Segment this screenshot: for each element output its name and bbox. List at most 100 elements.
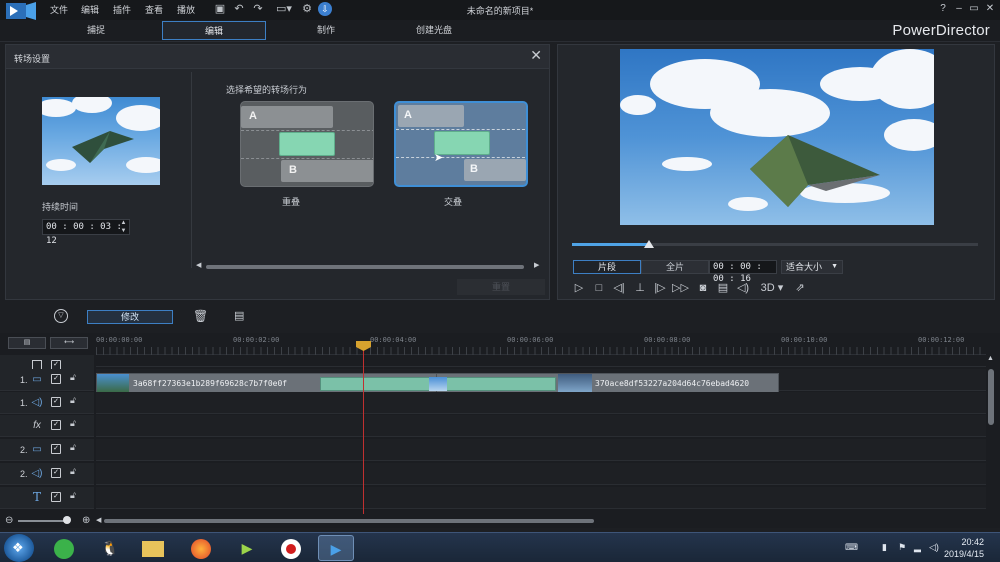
track-enable-checkbox[interactable]: ✓ — [51, 374, 61, 384]
explorer-icon[interactable] — [135, 535, 171, 561]
track-enable-checkbox[interactable]: ✓ — [51, 444, 61, 454]
close-icon[interactable]: ✕ — [530, 47, 542, 64]
track-number: 1. — [20, 375, 28, 385]
subtitle-icon[interactable]: ▤ — [715, 280, 731, 296]
zoom-out-icon[interactable]: ⊖ — [5, 515, 13, 526]
lock-icon[interactable]: 🔓︎ — [70, 466, 76, 477]
lock-icon[interactable]: 🔓︎ — [70, 395, 76, 406]
start-button[interactable]: ❖ — [4, 534, 34, 562]
menu-play[interactable]: 播放 — [177, 3, 195, 16]
ruler-label: 00:00:04:00 — [370, 336, 417, 344]
tray-keyboard-icon[interactable]: ⌨ — [845, 542, 858, 553]
vscroll-thumb[interactable] — [988, 369, 994, 425]
next-frame-icon[interactable]: |▷ — [652, 280, 668, 296]
system-clock[interactable]: 20:42 2019/4/15 — [944, 536, 984, 560]
clip-mode-button[interactable]: 片段 — [573, 260, 641, 274]
track-header-audio-2: 2. ◁) ✓ 🔓︎ — [0, 463, 94, 485]
timeline-hscroll-thumb[interactable] — [104, 519, 594, 523]
undock-icon[interactable]: ⇗ — [792, 280, 808, 296]
recorder-icon[interactable] — [273, 535, 309, 561]
timeline-ruler[interactable]: 00:00:00:00 00:00:02:00 00:00:04:00 00:0… — [96, 333, 986, 355]
zoom-handle[interactable] — [63, 516, 71, 524]
lock-icon[interactable]: 🔓︎ — [70, 418, 76, 429]
transition-icon[interactable] — [429, 377, 447, 391]
help-icon[interactable]: ? — [936, 2, 950, 16]
minimize-icon[interactable]: – — [952, 2, 966, 16]
ruler-label: 00:00:02:00 — [233, 336, 280, 344]
expand-icon[interactable]: ▽ — [54, 309, 68, 323]
fit-dropdown[interactable]: 适合大小 ▼ — [781, 260, 843, 274]
powerdirector-task-icon[interactable]: ▶ — [318, 535, 354, 561]
overlap-option[interactable]: A B — [240, 101, 374, 187]
media-app-icon[interactable]: ▶ — [229, 535, 265, 561]
modify-button[interactable]: 修改 — [87, 310, 173, 324]
display-icon[interactable]: ▭▾ — [272, 2, 296, 16]
clock-time: 20:42 — [961, 537, 984, 547]
close-icon[interactable]: ✕ — [983, 2, 997, 16]
cross-option[interactable]: A B ➤ — [394, 101, 528, 187]
tray-device-icon[interactable]: ▮ — [882, 542, 887, 553]
track-lane-video-1[interactable]: 3a68ff27363e1b289f69628c7b7f0e0f 370ace8… — [96, 369, 986, 393]
track-lane-video-2[interactable] — [96, 439, 986, 461]
qq-icon[interactable]: 🐧 — [92, 535, 128, 561]
menu-plugins[interactable]: 插件 — [113, 3, 131, 16]
tab-capture[interactable]: 捕捉 — [60, 21, 132, 40]
gear-icon[interactable]: ⚙ — [300, 2, 314, 16]
lock-icon[interactable]: 🔓︎ — [70, 442, 76, 453]
undo-icon[interactable]: ↶ — [232, 2, 246, 16]
menu-edit[interactable]: 编辑 — [81, 3, 99, 16]
preview-scrubber[interactable] — [572, 243, 978, 246]
tray-volume-icon[interactable]: ◁) — [929, 542, 939, 553]
track-manager-icon[interactable]: ▤ — [8, 337, 46, 349]
track-enable-checkbox[interactable]: ✓ — [51, 420, 61, 430]
track-lane-audio-1[interactable] — [96, 392, 986, 414]
fast-forward-icon[interactable]: ▷▷ — [672, 280, 689, 296]
volume-icon[interactable]: ◁) — [735, 280, 751, 296]
fit-timeline-icon[interactable]: ⟷ — [50, 337, 88, 349]
snapshot-icon[interactable]: ◙ — [695, 280, 711, 296]
stop-icon[interactable]: □ — [591, 280, 607, 296]
panel-scrollbar[interactable]: ◀ ▶ — [196, 262, 546, 271]
tab-edit[interactable]: 编辑 — [162, 21, 266, 40]
update-icon[interactable]: ⇩ — [318, 2, 332, 16]
menu-view[interactable]: 查看 — [145, 3, 163, 16]
transition-thumbnail — [42, 97, 160, 185]
track-enable-checkbox[interactable]: ✓ — [51, 468, 61, 478]
save-icon[interactable]: ▣ — [213, 2, 227, 16]
play-icon[interactable]: ▷ — [571, 280, 587, 296]
tray-network-icon[interactable]: ▂ — [914, 542, 921, 553]
menu-file[interactable]: 文件 — [50, 3, 68, 16]
scroll-left-icon[interactable]: ◀ — [96, 516, 101, 524]
track-header-video-1: 1. ▭ ✓ 🔓︎ — [0, 369, 94, 391]
prev-frame-icon[interactable]: ◁| — [611, 280, 627, 296]
track-lane-audio-2[interactable] — [96, 463, 986, 485]
track-lane-fx[interactable] — [96, 415, 986, 437]
lock-icon[interactable]: 🔓︎ — [70, 372, 76, 383]
split-icon[interactable]: ⊥ — [632, 280, 648, 296]
tab-create-disc[interactable]: 创建光盘 — [396, 21, 472, 40]
tab-produce[interactable]: 制作 — [290, 21, 362, 40]
track-enable-checkbox[interactable]: ✓ — [51, 397, 61, 407]
clip-name: 370ace8df53227a204d64c76ebad4620 — [595, 379, 750, 388]
zoom-in-icon[interactable]: ⊕ — [82, 515, 90, 526]
timeline-bottom-bar: ⊖ ⊕ ◀ — [0, 514, 1000, 528]
reset-button[interactable]: 重置 — [457, 279, 545, 295]
timeline-vscroll[interactable]: ▲ — [987, 355, 995, 505]
3d-mode-button[interactable]: 3D ▾ — [758, 280, 786, 296]
timecode-display[interactable]: 00 : 00 : 00 : 16 — [709, 260, 777, 284]
lock-icon[interactable]: 🔓︎ — [70, 490, 76, 501]
maximize-icon[interactable]: ▭ — [967, 2, 981, 16]
track-lane-title[interactable] — [96, 487, 986, 509]
movie-mode-button[interactable]: 全片 — [641, 260, 709, 274]
track-enable-checkbox[interactable]: ✓ — [51, 492, 61, 502]
duration-spinner[interactable]: ▲ ▼ — [117, 219, 130, 235]
scrubber-handle[interactable] — [644, 240, 655, 248]
preview-video — [620, 49, 934, 225]
redo-icon[interactable]: ↷ — [251, 2, 265, 16]
trash-icon[interactable]: 🗑 — [193, 309, 208, 323]
tray-action-icon[interactable]: ⚑ — [898, 542, 906, 553]
firefox-icon[interactable] — [183, 535, 219, 561]
scrollbar-thumb[interactable] — [206, 265, 524, 269]
browser-360-icon[interactable] — [46, 535, 82, 561]
clip-menu-icon[interactable]: ▤ — [234, 309, 244, 322]
